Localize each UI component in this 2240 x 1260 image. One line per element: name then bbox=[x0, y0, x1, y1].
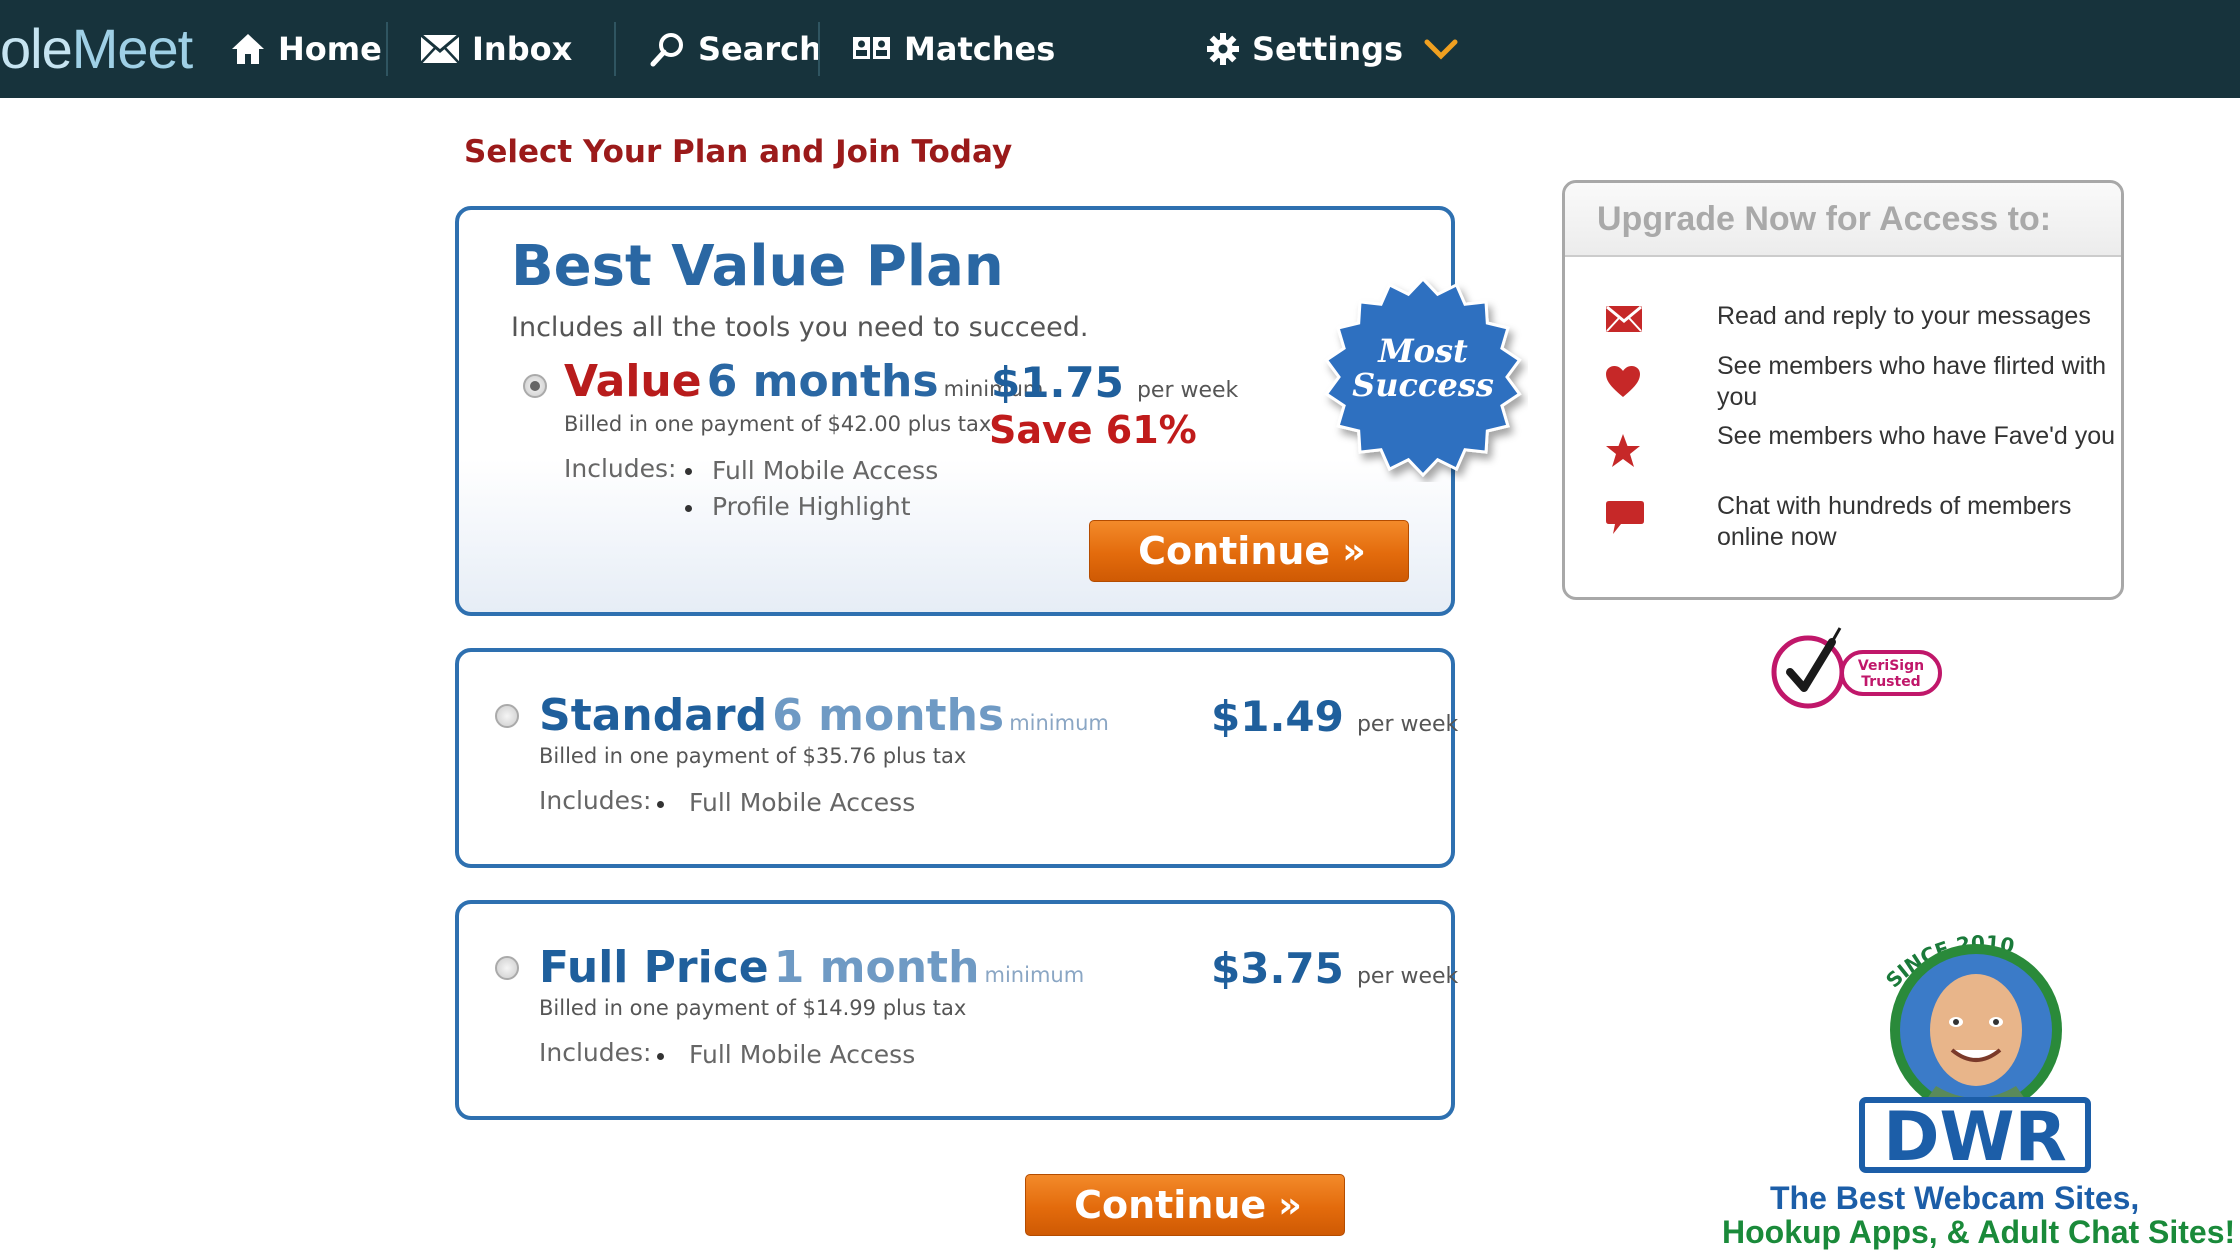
double-chevron-right-icon: ›› bbox=[1342, 530, 1366, 572]
full-plan-title: Full Price 1 month minimum bbox=[539, 942, 1084, 993]
top-navigation-bar: oleMeet Home Inbox Search Matches Settin… bbox=[0, 0, 2240, 98]
includes-label: Includes: bbox=[539, 786, 652, 815]
bullet bbox=[685, 505, 692, 512]
value-plan-price: $1.75 per week bbox=[991, 358, 1238, 407]
plan-name: Value bbox=[564, 356, 702, 407]
nav-inbox-label: Inbox bbox=[472, 30, 573, 68]
nav-home[interactable]: Home bbox=[230, 0, 382, 98]
search-icon bbox=[650, 33, 683, 67]
benefit-text: Read and reply to your messages bbox=[1717, 302, 2091, 330]
bullet bbox=[685, 468, 692, 475]
plan-minimum-label: minimum bbox=[1009, 711, 1109, 735]
price-unit: per week bbox=[1136, 378, 1239, 403]
plan-duration: 6 months bbox=[772, 690, 1005, 741]
nav-settings[interactable]: Settings bbox=[1206, 0, 1471, 98]
plan-radio-full-price[interactable] bbox=[495, 956, 519, 980]
nav-search-label: Search bbox=[698, 30, 822, 68]
gear-icon bbox=[1207, 33, 1239, 65]
benefit-text: Chat with hundreds of members online now bbox=[1717, 492, 2072, 551]
chevron-down-icon[interactable] bbox=[1423, 37, 1459, 61]
upgrade-heading: Upgrade Now for Access to: bbox=[1565, 183, 2121, 257]
price: $1.75 bbox=[991, 358, 1124, 407]
nav-home-label: Home bbox=[278, 30, 382, 68]
full-plan-price: $3.75 per week bbox=[1211, 944, 1458, 993]
billing-note: Billed in one payment of $35.76 plus tax bbox=[539, 744, 967, 768]
price: $1.49 bbox=[1211, 692, 1344, 741]
benefit-text: See members who have Fave'd you bbox=[1717, 422, 2116, 450]
nav-matches[interactable]: Matches bbox=[852, 0, 1055, 98]
double-chevron-right-icon: ›› bbox=[1278, 1184, 1302, 1226]
nav-settings-label: Settings bbox=[1252, 30, 1404, 68]
site-logo[interactable]: oleMeet bbox=[0, 14, 193, 84]
chat-bubble-icon bbox=[1606, 501, 1644, 534]
best-plan-heading: Best Value Plan bbox=[511, 234, 1004, 299]
save-percent: Save 61% bbox=[989, 408, 1197, 452]
plan-name: Full Price bbox=[539, 942, 769, 993]
upgrade-benefits-panel: Upgrade Now for Access to: Read and repl… bbox=[1562, 180, 2124, 600]
continue-button-bottom[interactable]: Continue ›› bbox=[1025, 1174, 1345, 1236]
nav-divider bbox=[614, 22, 616, 76]
plan-card-best-value[interactable]: Best Value Plan Includes all the tools y… bbox=[455, 206, 1455, 616]
nav-search[interactable]: Search bbox=[650, 0, 822, 98]
most-success-badge: Most Success bbox=[1324, 276, 1522, 478]
benefit-item: See members who have Fave'd you bbox=[1605, 421, 2115, 487]
nav-divider bbox=[386, 22, 388, 76]
billing-note: Billed in one payment of $42.00 plus tax bbox=[564, 412, 992, 436]
include-item: Full Mobile Access bbox=[712, 456, 939, 485]
envelope-icon bbox=[420, 34, 460, 64]
star-icon bbox=[1606, 434, 1640, 467]
brand-text-part1: ole bbox=[0, 17, 73, 80]
bullet bbox=[657, 801, 664, 808]
benefit-item: Read and reply to your messages bbox=[1605, 301, 2105, 341]
include-item: Full Mobile Access bbox=[689, 1040, 916, 1069]
continue-button-label: Continue bbox=[1138, 529, 1331, 573]
benefit-item: Chat with hundreds of members online now bbox=[1605, 491, 2105, 557]
standard-plan-price: $1.49 per week bbox=[1211, 692, 1458, 741]
page-title: Select Your Plan and Join Today bbox=[464, 134, 1013, 170]
plan-card-full-price[interactable]: Full Price 1 month minimum $3.75 per wee… bbox=[455, 900, 1458, 1120]
price: $3.75 bbox=[1211, 944, 1344, 993]
includes-label: Includes: bbox=[539, 1038, 652, 1067]
continue-button-label: Continue bbox=[1074, 1183, 1267, 1227]
continue-button[interactable]: Continue ›› bbox=[1089, 520, 1409, 582]
includes-label: Includes: bbox=[564, 454, 677, 483]
dwr-tagline-1: The Best Webcam Sites, bbox=[1770, 1180, 2140, 1216]
nav-divider bbox=[818, 22, 820, 76]
verisign-line2: Trusted bbox=[1861, 674, 1920, 690]
envelope-icon bbox=[1606, 305, 1642, 332]
plan-duration: 1 month bbox=[773, 942, 980, 993]
plan-duration: 6 months bbox=[706, 356, 939, 407]
standard-plan-title: Standard 6 months minimum bbox=[539, 690, 1109, 741]
benefit-text: See members who have flirted with you bbox=[1717, 352, 2107, 411]
badge-line2: Success bbox=[1352, 366, 1494, 404]
verisign-trusted-seal[interactable]: VeriSign Trusted bbox=[1768, 620, 1948, 716]
benefit-item: See members who have flirted with you bbox=[1605, 351, 2106, 417]
include-item: Full Mobile Access bbox=[689, 788, 916, 817]
plan-radio-standard[interactable] bbox=[495, 704, 519, 728]
matches-icon bbox=[853, 37, 890, 59]
plan-radio-value[interactable] bbox=[523, 374, 547, 398]
brand-text-part2: Meet bbox=[71, 17, 193, 80]
plan-name: Standard bbox=[539, 690, 768, 741]
billing-note: Billed in one payment of $14.99 plus tax bbox=[539, 996, 967, 1020]
dwr-logo-text: DWR bbox=[1883, 1098, 2067, 1177]
dwr-tagline-2: Hookup Apps, & Adult Chat Sites! bbox=[1722, 1214, 2236, 1250]
price-unit: per week bbox=[1356, 712, 1459, 737]
price-unit: per week bbox=[1356, 964, 1459, 989]
plan-minimum-label: minimum bbox=[984, 963, 1085, 987]
plan-card-standard[interactable]: Standard 6 months minimum $1.49 per week… bbox=[455, 648, 1458, 868]
value-plan-title: Value 6 months minimum bbox=[564, 356, 1043, 407]
bullet bbox=[657, 1053, 664, 1060]
badge-line1: Most bbox=[1377, 332, 1468, 370]
heart-icon bbox=[1606, 366, 1640, 397]
best-plan-subheading: Includes all the tools you need to succe… bbox=[511, 312, 1089, 343]
include-item: Profile Highlight bbox=[712, 492, 911, 521]
nav-matches-label: Matches bbox=[904, 30, 1056, 68]
nav-inbox[interactable]: Inbox bbox=[420, 0, 572, 98]
home-icon bbox=[232, 34, 264, 64]
verisign-line1: VeriSign bbox=[1858, 658, 1924, 674]
